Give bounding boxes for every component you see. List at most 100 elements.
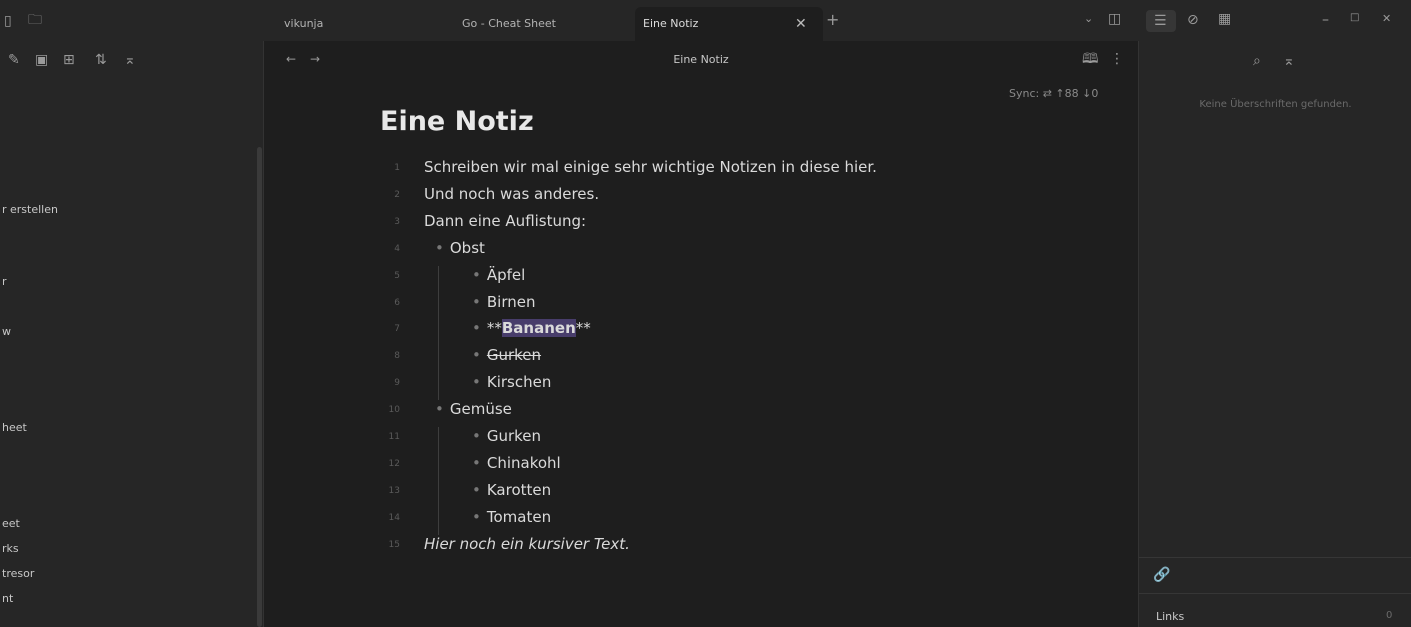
file-item[interactable]: tresor <box>2 567 34 580</box>
list-item[interactable]: • Äpfel <box>472 266 525 284</box>
tab-vikunja[interactable]: vikunja <box>276 7 454 41</box>
line-text: Und noch was anderes. <box>424 184 600 203</box>
file-item[interactable]: r erstellen <box>2 203 58 216</box>
line-number: 9 <box>394 378 400 389</box>
tab-go-cheat-sheet[interactable]: Go - Cheat Sheet <box>456 7 632 41</box>
indent-guide <box>438 427 439 535</box>
sort-icon[interactable]: ⇅ <box>95 53 107 67</box>
line-number: 1 <box>394 163 400 173</box>
split-view-icon[interactable]: ◫ <box>1108 12 1121 26</box>
note-title[interactable]: Eine Notiz <box>380 106 534 137</box>
file-item[interactable]: nt <box>2 592 13 605</box>
close-window-icon[interactable]: ✕ <box>1382 13 1391 24</box>
outline-tab[interactable]: ☰ <box>1146 10 1176 32</box>
line-number: 15 <box>388 539 400 550</box>
line-number: 3 <box>394 216 400 227</box>
scrollbar[interactable] <box>257 147 262 627</box>
line-text: Schreiben wir mal einige sehr wichtige N… <box>424 158 877 176</box>
tags-icon[interactable]: ⊘ <box>1187 13 1199 27</box>
line-number: 6 <box>394 297 400 308</box>
new-note-icon[interactable]: ✎ <box>8 53 20 67</box>
divider <box>1139 557 1411 558</box>
tab-label: Go - Cheat Sheet <box>462 17 556 30</box>
collapse-icon[interactable]: ⌅ <box>1283 54 1295 68</box>
tab-label: vikunja <box>284 17 324 30</box>
file-item[interactable]: w <box>2 325 11 338</box>
line-number: 10 <box>388 405 400 416</box>
sync-status: Sync: ⇄ ↑88 ↓0 <box>1009 87 1099 100</box>
search-icon[interactable]: ⌕ <box>1253 54 1261 68</box>
tab-label: Eine Notiz <box>643 17 699 30</box>
line-text: Gurken <box>486 346 542 365</box>
line-number: 13 <box>388 485 400 496</box>
minimize-icon[interactable]: – <box>1322 13 1329 27</box>
divider <box>1139 593 1411 594</box>
line-text: Dann eine Auflistung: <box>424 211 587 230</box>
file-item[interactable]: eet <box>2 517 20 530</box>
line-number: 11 <box>388 432 400 442</box>
view-header-title[interactable]: Eine Notiz <box>264 53 1138 66</box>
line-number: 5 <box>394 270 400 281</box>
list-item[interactable]: • Chinakohl <box>472 454 561 472</box>
indent-guide <box>438 265 439 401</box>
line-text: Birnen <box>486 292 536 311</box>
bullet-icon: • <box>435 400 444 419</box>
file-explorer: ✎ ▣ ⊞ ⇅ ⌅ r erstellen r w heet eet rks t… <box>0 41 264 627</box>
links-count: 0 <box>1386 610 1393 621</box>
editor-pane: ← → Eine Notiz 🕮 ⋮ Sync: ⇄ ↑88 ↓0 Eine N… <box>264 41 1138 627</box>
bullet-icon: • <box>472 507 481 526</box>
list-item[interactable]: • Gurken <box>472 427 541 445</box>
list-item[interactable]: • Obst <box>435 239 485 257</box>
tab-eine-notiz[interactable]: Eine Notiz ✕ <box>635 7 823 41</box>
outline-panel: ⌕ ⌅ Keine Überschriften gefunden. 🔗 Link… <box>1138 41 1411 627</box>
line-text: Obst <box>449 238 485 257</box>
list-item[interactable]: • Kirschen <box>472 373 551 391</box>
more-options-icon[interactable]: ⋮ <box>1110 52 1124 66</box>
new-folder-icon[interactable]: ⊞ <box>63 53 75 67</box>
selected-text: Bananen <box>501 319 576 338</box>
line-text: Äpfel <box>486 265 526 284</box>
folder-icon[interactable]: 🗀 <box>28 13 42 27</box>
sidebar-toggle-icon[interactable]: ▯ <box>4 14 12 28</box>
reading-view-icon[interactable]: 🕮 <box>1082 52 1099 66</box>
close-tab-icon[interactable]: ✕ <box>795 17 807 31</box>
maximize-icon[interactable]: □ <box>1350 13 1359 23</box>
line-text: Hier noch ein kursiver Text. <box>424 534 630 553</box>
list-item[interactable]: • Gurken <box>472 346 541 364</box>
list-item[interactable]: • Birnen <box>472 293 535 311</box>
text-line[interactable]: Und noch was anderes. <box>424 185 599 203</box>
line-text: Chinakohl <box>486 453 561 472</box>
bullet-icon: • <box>472 427 481 445</box>
collapse-all-icon[interactable]: ⌅ <box>124 53 136 67</box>
text-line[interactable]: Dann eine Auflistung: <box>424 212 586 230</box>
text-line[interactable]: Hier noch ein kursiver Text. <box>424 535 630 553</box>
bullet-icon: • <box>472 453 481 472</box>
line-number: 2 <box>394 189 400 200</box>
chevron-down-icon[interactable]: ⌄ <box>1084 13 1093 24</box>
line-text: Tomaten <box>486 507 552 526</box>
line-text: Gemüse <box>449 400 512 419</box>
new-canvas-icon[interactable]: ▣ <box>35 53 48 67</box>
table-icon[interactable]: ▦ <box>1218 12 1231 26</box>
link-icon[interactable]: 🔗 <box>1153 568 1170 582</box>
new-tab-icon[interactable]: + <box>826 12 839 28</box>
line-number: 7 <box>394 324 400 335</box>
bullet-icon: • <box>472 480 481 499</box>
line-text: Gurken <box>486 427 542 445</box>
line-text: Kirschen <box>486 373 552 392</box>
file-item[interactable]: heet <box>2 421 27 434</box>
title-bar: ▯ 🗀 vikunja Go - Cheat Sheet Eine Notiz … <box>0 0 1411 41</box>
links-label[interactable]: Links <box>1156 610 1184 623</box>
list-item[interactable]: • **Bananen** <box>472 319 591 338</box>
bullet-icon: • <box>472 265 481 284</box>
line-text: **Bananen** <box>486 319 591 338</box>
text-line[interactable]: Schreiben wir mal einige sehr wichtige N… <box>424 158 877 176</box>
list-item[interactable]: • Tomaten <box>472 508 551 526</box>
list-item[interactable]: • Gemüse <box>435 400 512 418</box>
line-number: 14 <box>388 512 400 523</box>
line-number: 12 <box>388 458 400 469</box>
file-item[interactable]: rks <box>2 542 19 555</box>
list-item[interactable]: • Karotten <box>472 481 551 499</box>
file-item[interactable]: r <box>2 275 7 288</box>
bullet-icon: • <box>472 346 481 365</box>
